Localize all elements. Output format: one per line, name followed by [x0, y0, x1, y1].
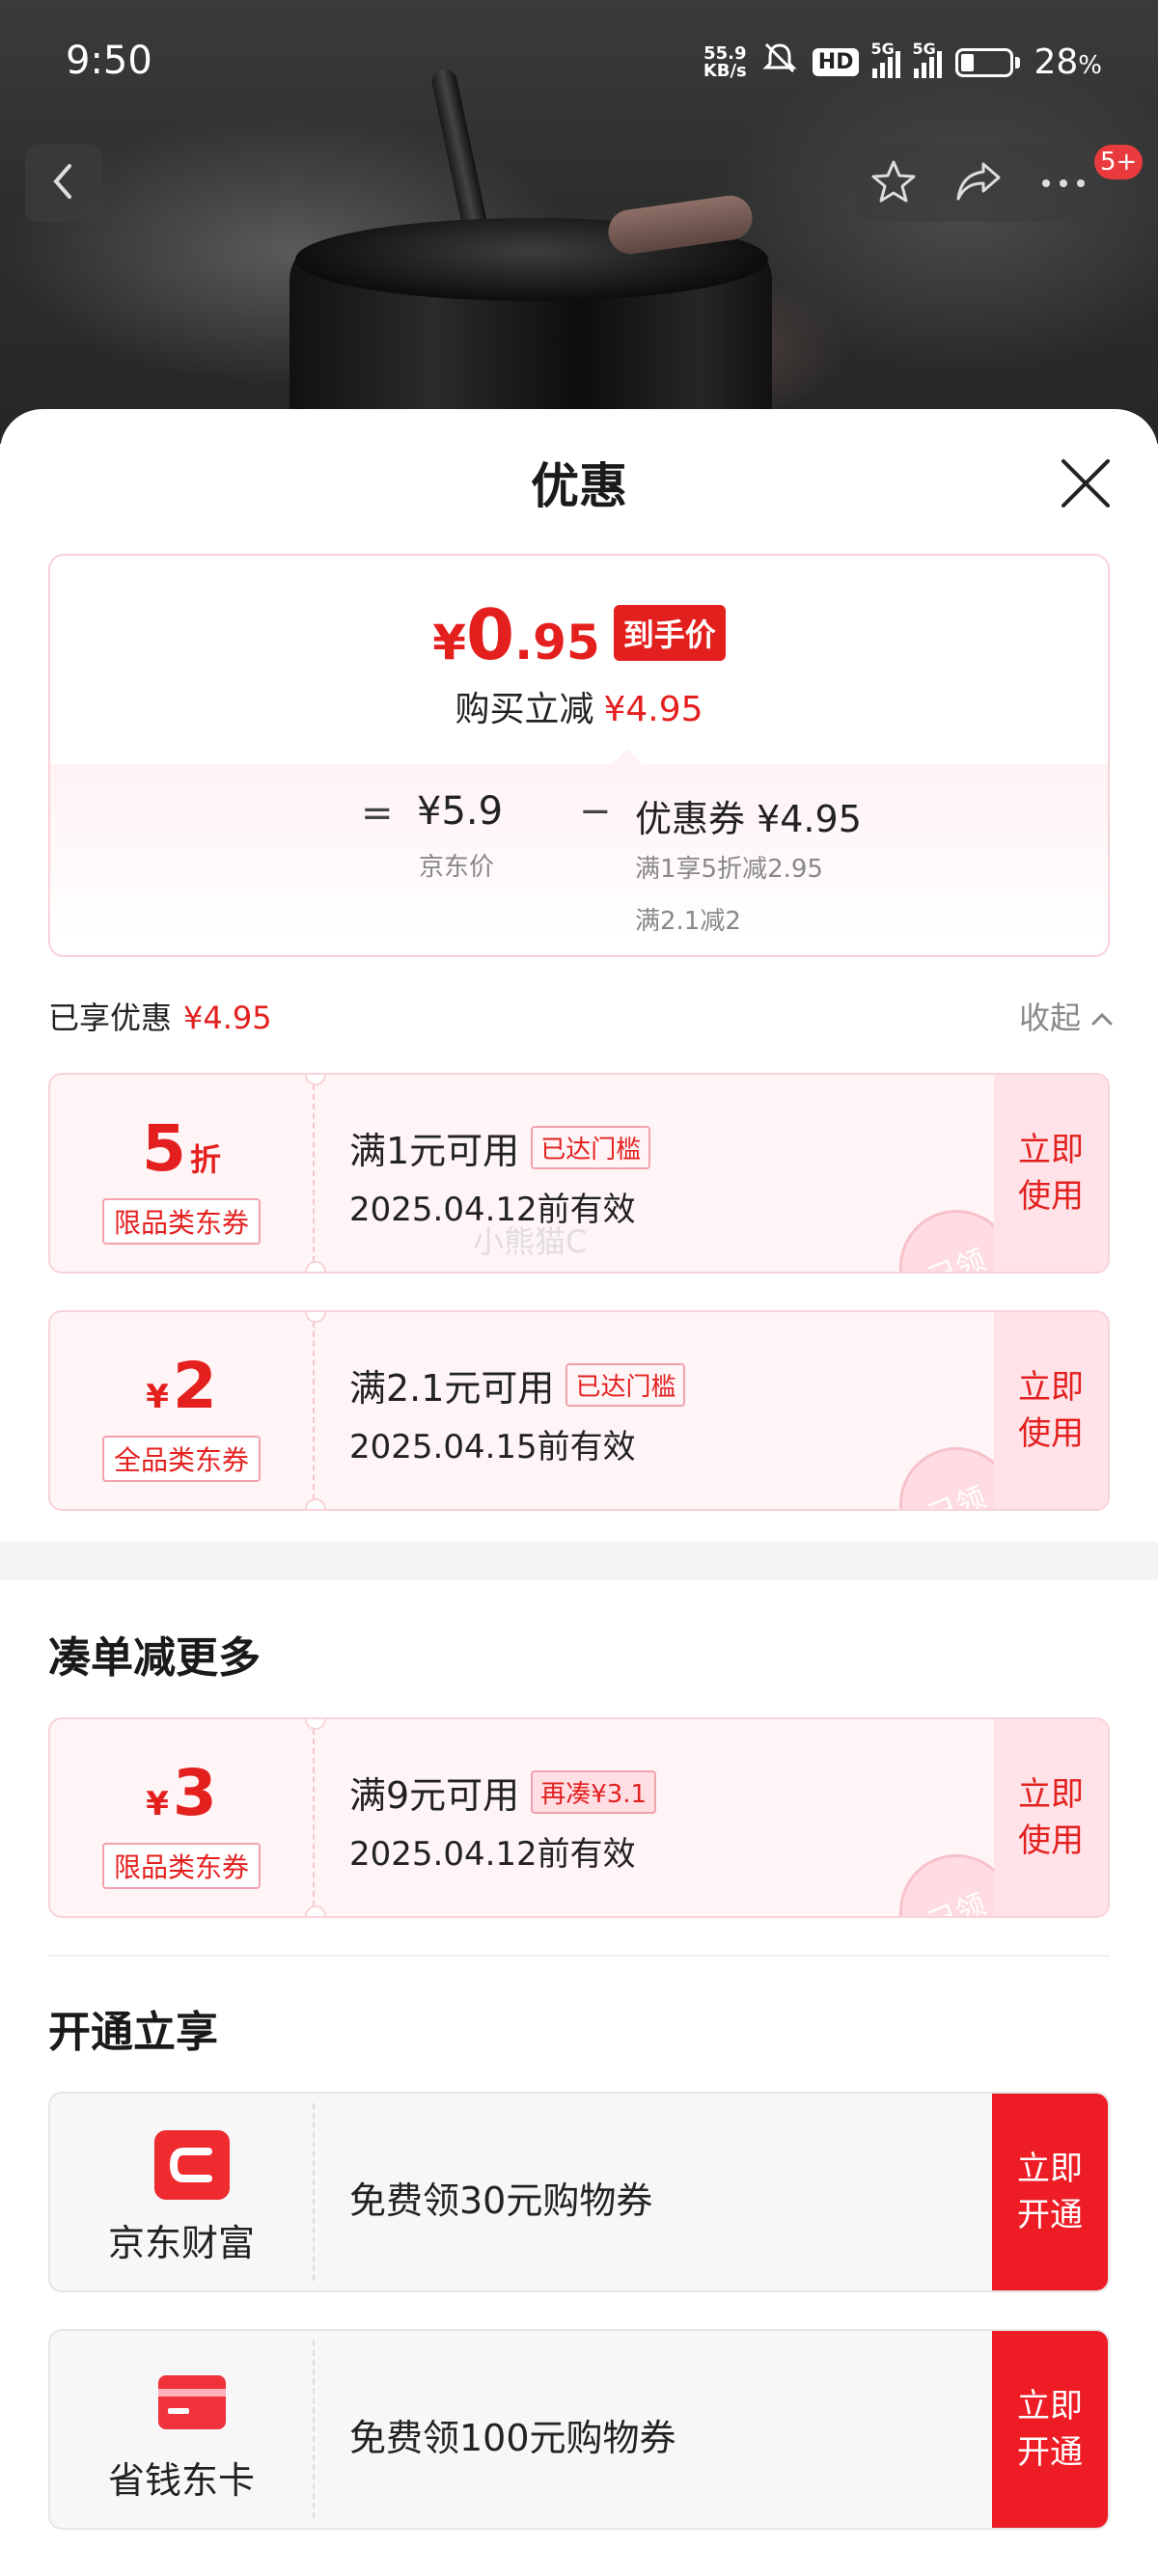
coupon-amount: ¥2 — [146, 1349, 217, 1423]
coupon-type: 限品类东券 — [102, 1843, 262, 1889]
hd-badge: HD — [812, 48, 860, 76]
open-now-button[interactable]: 立即开通 — [992, 2331, 1108, 2528]
section-title-open: 开通立享 — [48, 2008, 218, 2057]
net-speed: 55.9 KB/s — [703, 42, 747, 81]
mute-icon — [760, 41, 799, 84]
section-separator — [0, 1542, 1158, 1580]
share-button[interactable] — [940, 145, 1017, 222]
close-button[interactable] — [1056, 453, 1116, 513]
brand-name: 省钱东卡 — [107, 2459, 255, 2502]
status-bar: 9:50 55.9 KB/s HD 5G 5G 28% — [0, 29, 1158, 100]
coupon-total: 优惠券 ¥4.95 — [635, 798, 862, 840]
enjoyed-discount: 已享优惠 ¥4.95 — [48, 1000, 272, 1036]
offer-text: 免费领100元购物券 — [349, 2417, 676, 2459]
coupon-type: 限品类东券 — [102, 1198, 262, 1245]
divider-line — [48, 1955, 1110, 1957]
more-dots-icon — [1040, 175, 1087, 193]
final-price-tag: 到手价 — [613, 605, 726, 661]
close-icon — [1056, 459, 1116, 517]
signal-icon: 5G — [912, 40, 943, 78]
sheet-title: 优惠 — [531, 458, 627, 514]
signal-icon: 5G — [870, 40, 901, 78]
price-summary: ¥ 0 .95 到手价 购买立减 ¥4.95 = ¥5.9 京东价 − 优惠券 ¥… — [48, 554, 1110, 957]
offer-text: 免费领30元购物券 — [349, 2179, 653, 2222]
open-card-jd-wealth: 京东财富 免费领30元购物券 立即开通 — [48, 2092, 1110, 2292]
coupon-condition: 满2.1元可用 已达门槛 — [349, 1358, 686, 1411]
purchase-reduction: 购买立减 ¥4.95 — [455, 690, 703, 729]
threshold-tag: 已达门槛 — [565, 1363, 686, 1407]
coupon-card: ¥3 限品类东券 满9元可用 再凑¥3.1 2025.04.12前有效 已领 立… — [48, 1717, 1110, 1918]
coupon-condition: 满9元可用 再凑¥3.1 — [349, 1766, 657, 1819]
coupon-amount: ¥3 — [146, 1756, 217, 1830]
final-price: ¥ 0 .95 到手价 — [50, 594, 1108, 675]
coupon-card: ¥2 全品类东券 满2.1元可用 已达门槛 2025.04.15前有效 已领 立… — [48, 1310, 1110, 1511]
coupon-validity: 2025.04.15前有效 — [349, 1428, 636, 1466]
status-time: 9:50 — [66, 39, 152, 83]
back-button[interactable] — [25, 145, 102, 222]
status-icons: 55.9 KB/s HD 5G 5G 28% — [703, 40, 1102, 84]
nav-action-group — [851, 145, 1106, 222]
watermark: 小熊猫C — [473, 1223, 588, 1260]
share-icon — [954, 160, 1003, 206]
collapse-toggle[interactable]: 收起 — [1019, 994, 1114, 1038]
battery-percent: 28% — [1034, 42, 1102, 82]
message-badge: 5+ — [1094, 145, 1144, 179]
open-card-saving-card: 省钱东卡 免费领100元购物券 立即开通 — [48, 2329, 1110, 2530]
price-breakdown: = ¥5.9 京东价 − 优惠券 ¥4.95 满1享5折减2.95 满2.1减2 — [50, 749, 1108, 955]
chevron-left-icon — [46, 162, 81, 205]
use-now-button[interactable]: 立即使用 — [994, 1075, 1108, 1272]
equals-sign: = — [361, 791, 394, 836]
brand-name: 京东财富 — [107, 2222, 255, 2264]
favorite-button[interactable] — [855, 145, 932, 222]
coupon-validity: 2025.04.12前有效 — [349, 1835, 636, 1874]
coupon-condition: 满1元可用 已达门槛 — [349, 1121, 651, 1174]
coupon-type: 全品类东券 — [102, 1436, 262, 1482]
battery-icon — [955, 47, 1021, 77]
top-up-tag: 再凑¥3.1 — [531, 1770, 657, 1814]
jd-wealth-icon — [154, 2130, 230, 2200]
section-title-more: 凑单减更多 — [48, 1633, 261, 1683]
coupon-rule: 满2.1减2 — [635, 907, 741, 936]
use-now-button[interactable]: 立即使用 — [994, 1312, 1108, 1509]
more-button[interactable] — [1025, 145, 1102, 222]
open-now-button[interactable]: 立即开通 — [992, 2094, 1108, 2290]
star-icon — [870, 159, 917, 207]
card-icon — [154, 2368, 230, 2437]
threshold-tag: 已达门槛 — [531, 1126, 651, 1169]
jd-price: ¥5.9 — [417, 789, 504, 834]
jd-price-label: 京东价 — [419, 853, 495, 882]
use-now-button[interactable]: 立即使用 — [994, 1719, 1108, 1916]
coupon-rule: 满1享5折减2.95 — [635, 855, 823, 884]
chevron-up-icon — [1090, 998, 1114, 1034]
coupon-amount: 5折 — [142, 1111, 221, 1186]
minus-sign: − — [579, 789, 612, 834]
